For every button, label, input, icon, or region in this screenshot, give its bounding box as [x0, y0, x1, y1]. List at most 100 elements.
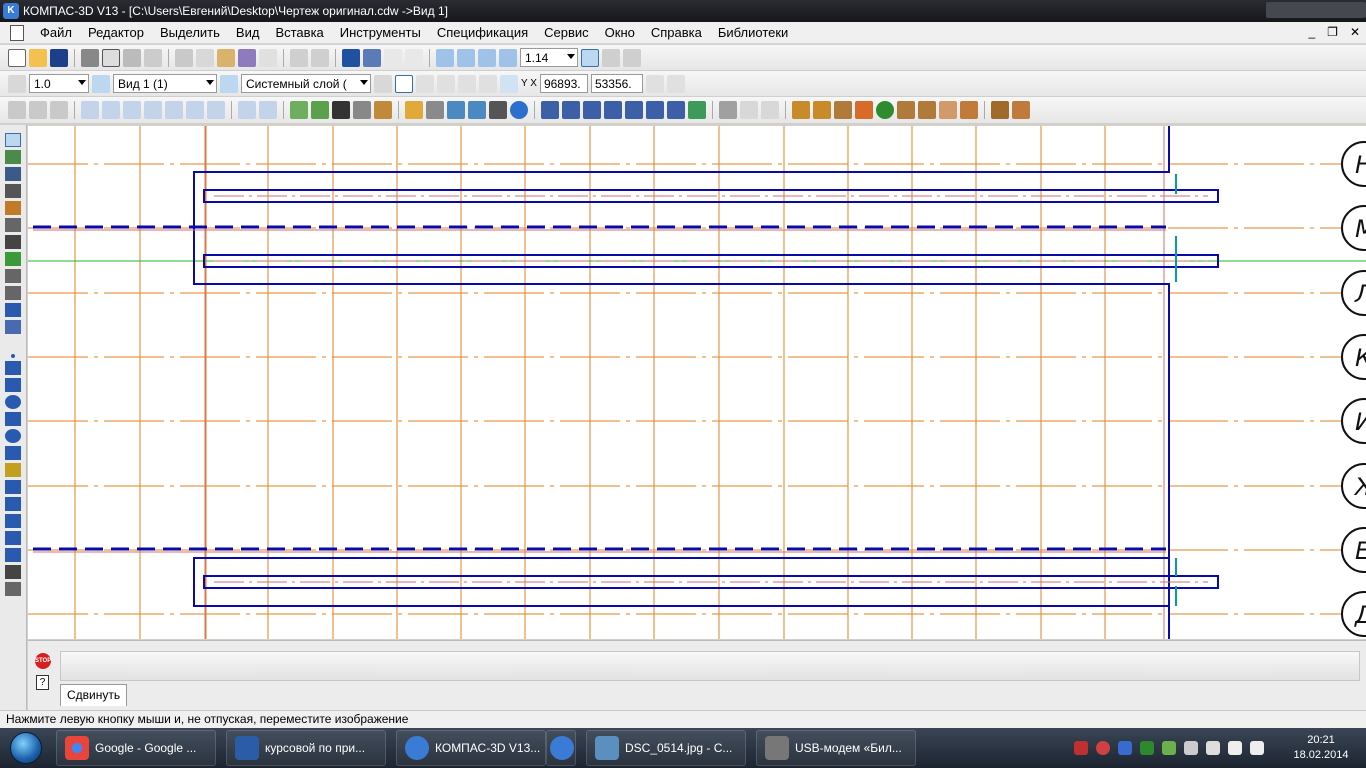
tool-icon[interactable] — [562, 101, 580, 119]
circle-icon[interactable] — [5, 395, 21, 409]
usb-icon[interactable] — [1184, 741, 1198, 755]
redo-icon[interactable] — [311, 48, 329, 67]
tool-icon[interactable] — [1012, 101, 1030, 119]
tool-icon[interactable] — [489, 101, 507, 119]
tray-app-icon[interactable] — [1074, 741, 1088, 755]
insert-icon[interactable] — [5, 286, 21, 300]
tool-icon[interactable] — [8, 101, 26, 119]
edit-icon[interactable] — [5, 184, 21, 198]
stop-icon[interactable]: STOP — [35, 653, 51, 669]
report-icon[interactable] — [645, 74, 664, 93]
contour-icon[interactable] — [5, 565, 21, 579]
refresh-icon[interactable] — [602, 48, 620, 67]
tool-icon[interactable] — [29, 101, 47, 119]
tool-icon[interactable] — [238, 101, 256, 119]
properties-icon[interactable] — [259, 48, 277, 67]
tool-icon[interactable] — [186, 101, 204, 119]
zoom-icon[interactable] — [499, 48, 517, 67]
taskbar-item-kompas[interactable]: КОМПАС-3D V13... — [396, 730, 546, 766]
tool-icon[interactable] — [834, 101, 852, 119]
tool-icon[interactable] — [144, 101, 162, 119]
cursor-coords-icon[interactable] — [500, 74, 518, 93]
tool-icon[interactable] — [259, 101, 277, 119]
clock[interactable]: 20:21 18.02.2014 — [1286, 733, 1356, 763]
geometry-icon[interactable] — [5, 133, 21, 147]
tool-icon[interactable] — [688, 101, 706, 119]
menu-insert[interactable]: Вставка — [267, 25, 331, 40]
manager-icon[interactable] — [342, 48, 360, 67]
help-pointer-icon[interactable] — [405, 48, 423, 67]
variables-icon[interactable] — [384, 48, 402, 67]
polyline-icon[interactable] — [5, 480, 21, 494]
tray-app-icon[interactable] — [1162, 741, 1176, 755]
rebuild-icon[interactable] — [623, 48, 641, 67]
window-controls[interactable] — [1266, 2, 1366, 18]
zoom-combo[interactable]: 1.14 — [520, 48, 578, 67]
house-icon[interactable] — [855, 101, 873, 119]
print-icon[interactable] — [81, 48, 99, 67]
segment-icon[interactable] — [5, 378, 21, 392]
menu-file[interactable]: Файл — [32, 25, 80, 40]
table-icon[interactable] — [311, 101, 329, 119]
menu-window[interactable]: Окно — [597, 25, 643, 40]
tray-app-icon[interactable] — [1140, 741, 1154, 755]
view-combo[interactable]: Вид 1 (1) — [113, 74, 217, 93]
snap-step-icon[interactable] — [8, 74, 26, 93]
tool-icon[interactable] — [332, 101, 350, 119]
cut-icon[interactable] — [175, 48, 193, 67]
taskbar-item-image-viewer[interactable]: DSC_0514.jpg - С... — [586, 730, 746, 766]
volume-icon[interactable] — [1250, 741, 1264, 755]
tool-icon[interactable] — [447, 101, 465, 119]
step-combo[interactable]: 1.0 — [29, 74, 89, 93]
measure-icon[interactable] — [5, 218, 21, 232]
grid-select-icon[interactable] — [144, 48, 162, 67]
layer-state-icon[interactable] — [374, 74, 392, 93]
tool-icon[interactable] — [761, 101, 779, 119]
tool-icon[interactable] — [353, 101, 371, 119]
tool-icon[interactable] — [165, 101, 183, 119]
grid-icon[interactable] — [437, 74, 455, 93]
symbols-icon[interactable] — [5, 167, 21, 181]
save-icon[interactable] — [50, 48, 68, 67]
tool-icon[interactable] — [405, 101, 423, 119]
tool-icon[interactable] — [81, 101, 99, 119]
tool-icon[interactable] — [991, 101, 1009, 119]
zoom-fit-icon[interactable] — [436, 48, 454, 67]
menu-select[interactable]: Выделить — [152, 25, 228, 40]
zoom-in-icon[interactable] — [478, 48, 496, 67]
open-folder-icon[interactable] — [29, 48, 47, 67]
tool-icon[interactable] — [792, 101, 810, 119]
tool-icon[interactable] — [897, 101, 915, 119]
tool-icon[interactable] — [102, 101, 120, 119]
menu-libraries[interactable]: Библиотеки — [710, 25, 796, 40]
tree-icon[interactable] — [876, 101, 894, 119]
taskbar-item-chrome[interactable]: Google - Google ... — [56, 730, 216, 766]
tool-icon[interactable] — [646, 101, 664, 119]
hatch-icon[interactable] — [5, 463, 21, 477]
taskbar-item-word[interactable]: курсовой по при... — [226, 730, 386, 766]
bezier-icon[interactable] — [5, 497, 21, 511]
ortho-icon[interactable] — [416, 74, 434, 93]
select-icon[interactable] — [5, 235, 21, 249]
restore-icon[interactable]: ❐ — [1327, 25, 1338, 39]
library-icon[interactable] — [363, 48, 381, 67]
tool-icon[interactable] — [123, 101, 141, 119]
toolbar-options-icon[interactable] — [666, 74, 685, 93]
menu-specification[interactable]: Спецификация — [429, 25, 536, 40]
help-icon[interactable]: ? — [36, 675, 49, 690]
paste-icon[interactable] — [217, 48, 235, 67]
tool-icon[interactable] — [207, 101, 225, 119]
tool-icon[interactable] — [667, 101, 685, 119]
tool-icon[interactable] — [50, 101, 68, 119]
zoom-window-icon[interactable] — [457, 48, 475, 67]
tool-icon[interactable] — [426, 101, 444, 119]
print-preview-icon[interactable] — [102, 48, 120, 67]
tray-app-icon[interactable] — [1096, 741, 1110, 755]
taskbar-item-modem[interactable]: USB-модем «Бил... — [756, 730, 916, 766]
tool-icon[interactable] — [625, 101, 643, 119]
tool-icon[interactable] — [583, 101, 601, 119]
chamfer-icon[interactable] — [5, 514, 21, 528]
tool-icon[interactable] — [740, 101, 758, 119]
drawing-svg[interactable]: Н М Л К И Ж Е Д — [28, 126, 1366, 639]
select-all-icon[interactable] — [123, 48, 141, 67]
